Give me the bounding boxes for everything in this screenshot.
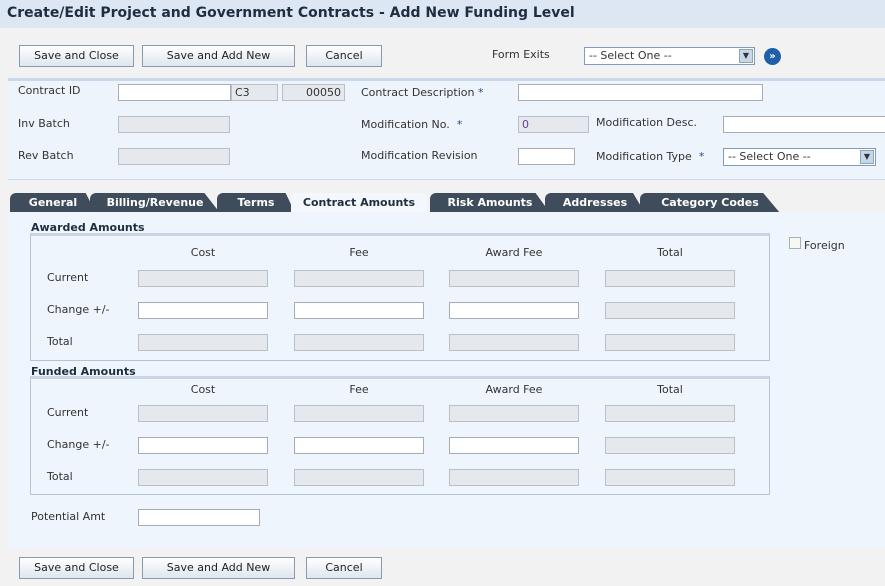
modification-desc-input[interactable] [723,116,885,133]
awarded-field [138,270,268,287]
awarded-input[interactable] [294,302,424,319]
modification-type-label-text: Modification Type [596,150,692,163]
modification-revision-input[interactable] [518,148,575,165]
funded-col-header: Total [657,383,683,396]
awarded-col-header: Cost [190,246,216,259]
funded-row-label: Change +/- [47,438,110,451]
company-field: 00050 [282,84,345,101]
required-marker: * [456,118,463,131]
awarded-field [138,334,268,351]
required-marker: * [698,150,705,163]
funded-field [605,437,735,454]
awarded-input[interactable] [138,302,268,319]
awarded-col-header: Award Fee [485,246,543,259]
rev-batch-label: Rev Batch [18,149,74,162]
contract-id-label: Contract ID [18,84,81,97]
form-exits-value: -- Select One -- [589,49,672,62]
foreign-checkbox[interactable] [789,237,801,249]
funded-field [294,405,424,422]
chevron-down-icon: ▼ [860,150,874,164]
tab-billing-revenue[interactable]: Billing/Revenue [90,193,220,213]
funded-col-header: Cost [190,383,216,396]
awarded-row-label: Change +/- [47,303,110,316]
cancel-button[interactable]: Cancel [306,45,382,67]
funded-field [294,469,424,486]
contract-id-input[interactable] [118,84,231,101]
awarded-row-label: Current [47,271,89,284]
funded-col-header: Award Fee [485,383,543,396]
modification-desc-label: Modification Desc. [596,116,698,129]
potential-amt-input[interactable] [138,509,260,526]
awarded-field [449,334,579,351]
modification-type-value: -- Select One -- [728,150,811,163]
funded-field [449,469,579,486]
funded-field [138,469,268,486]
funded-input[interactable] [449,437,579,454]
awarded-field [605,334,735,351]
footer-save-and-close-button[interactable]: Save and Close [19,557,134,579]
awarded-field [294,270,424,287]
tab-addresses[interactable]: Addresses [545,193,645,213]
rev-batch-field [118,148,230,165]
page-title: Create/Edit Project and Government Contr… [0,0,885,28]
contract-description-label: Contract Description * [361,86,483,99]
modification-type-select[interactable]: -- Select One -- ▼ [723,148,876,166]
modification-type-label: Modification Type * [596,150,704,163]
awarded-field [605,302,735,319]
save-and-add-new-button[interactable]: Save and Add New [142,45,295,67]
funded-field [605,469,735,486]
modification-revision-label: Modification Revision [361,149,478,162]
awarded-field [294,334,424,351]
required-marker: * [477,86,484,99]
inv-batch-field [118,116,230,133]
funded-input[interactable] [294,437,424,454]
modification-no-field: 0 [518,116,589,133]
footer-cancel-button[interactable]: Cancel [306,557,382,579]
contract-description-label-text: Contract Description [361,86,475,99]
funded-input[interactable] [138,437,268,454]
tab-terms[interactable]: Terms [217,193,295,213]
awarded-input[interactable] [449,302,579,319]
awarded-col-header: Total [657,246,683,259]
foreign-label: Foreign [804,239,845,252]
modification-no-label-text: Modification No. [361,118,450,131]
contract-description-input[interactable] [518,84,763,101]
save-and-close-button[interactable]: Save and Close [19,45,134,67]
inv-batch-label: Inv Batch [18,117,70,130]
funded-col-header: Fee [349,383,369,396]
modification-no-label: Modification No. * [361,118,462,131]
chevron-down-icon: ▼ [739,49,753,63]
tab-category-codes[interactable]: Category Codes [640,193,780,213]
footer-save-and-add-new-button[interactable]: Save and Add New [142,557,295,579]
funded-field [449,405,579,422]
awarded-field [449,270,579,287]
contract-type-field: C3 [231,84,278,101]
go-arrow-icon[interactable]: » [764,48,781,65]
awarded-col-header: Fee [349,246,369,259]
awarded-field [605,270,735,287]
form-exits-label: Form Exits [492,48,550,61]
awarded-row-label: Total [47,335,73,348]
tab-risk-amounts[interactable]: Risk Amounts [430,193,550,213]
form-exits-select[interactable]: -- Select One -- ▼ [584,47,755,65]
tab-contract-amounts[interactable]: Contract Amounts [291,193,427,213]
funded-row-label: Total [47,470,73,483]
tab-general[interactable]: General [10,193,96,213]
funded-row-label: Current [47,406,89,419]
potential-amt-label: Potential Amt [31,510,106,523]
funded-field [605,405,735,422]
funded-field [138,405,268,422]
